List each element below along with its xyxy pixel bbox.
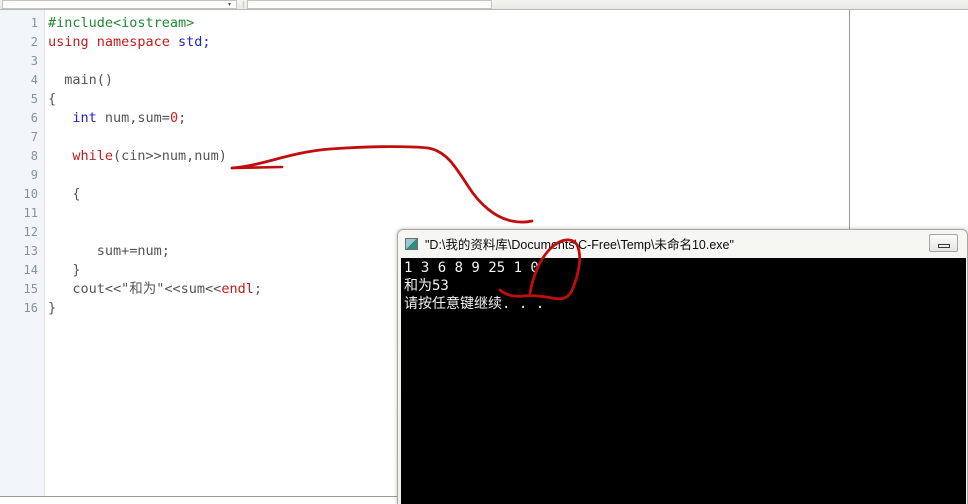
code-line[interactable]: 9	[0, 166, 849, 185]
code-line[interactable]: 1 #include<iostream>	[0, 14, 849, 33]
line-number: 15	[23, 282, 38, 296]
code-line[interactable]: 8 while(cin>>num,num)	[0, 147, 849, 166]
chevron-down-icon[interactable]: ▾	[228, 2, 231, 8]
c-free-app-icon	[405, 237, 418, 250]
code-token: }	[48, 300, 57, 316]
scope-combo[interactable]	[2, 0, 237, 9]
code-text[interactable]: #include<iostream>	[48, 14, 194, 33]
line-number: 6	[30, 111, 38, 125]
code-text[interactable]: {	[48, 90, 56, 109]
console-window[interactable]: "D:\我的资料库\Documents\C-Free\Temp\未命名10.ex…	[397, 229, 968, 504]
code-token: ;	[253, 281, 262, 297]
code-token: num,sum=	[96, 110, 170, 126]
code-token: while	[72, 148, 114, 164]
line-number: 8	[30, 149, 38, 163]
code-line[interactable]: 5{	[0, 90, 849, 109]
code-token: #include<iostream>	[48, 15, 195, 31]
code-line[interactable]: 4 main()	[0, 71, 849, 90]
console-output-area[interactable]: 1 3 6 8 9 25 1 0 和为53 请按任意键继续. . .	[401, 258, 966, 504]
application-window: main ▾ File Item; 1 #include<iostream> 2 us…	[0, 0, 968, 504]
symbol-combo[interactable]	[247, 0, 492, 9]
line-number: 5	[30, 92, 38, 106]
console-output-line: 1 3 6 8 9 25 1 0	[404, 260, 539, 276]
code-line[interactable]: 6 int num,sum=0;	[0, 109, 849, 128]
code-text[interactable]: }	[48, 261, 81, 280]
code-text[interactable]: while(cin>>num,num)	[48, 147, 227, 166]
code-token: (cin>>num,num)	[113, 148, 227, 164]
line-number: 4	[30, 73, 38, 87]
line-number: 7	[30, 130, 38, 144]
code-line[interactable]: 11	[0, 204, 849, 223]
minimize-button[interactable]	[929, 234, 958, 252]
console-output-line: 和为53	[404, 278, 449, 294]
toolbar-separator	[243, 1, 244, 8]
line-number: 3	[30, 54, 38, 68]
code-token: cout<<"和为"<<sum<<	[48, 281, 222, 297]
line-number: 10	[23, 187, 38, 201]
line-number: 2	[30, 35, 38, 49]
line-number: 11	[23, 206, 38, 220]
console-titlebar[interactable]: "D:\我的资料库\Documents\C-Free\Temp\未命名10.ex…	[398, 230, 967, 257]
code-token: {	[48, 186, 81, 202]
line-number: 12	[23, 225, 38, 239]
toolbar: main ▾ File Item;	[0, 0, 968, 10]
code-token: sum+=num;	[48, 243, 170, 259]
code-text[interactable]: {	[48, 185, 81, 204]
code-token: 0	[169, 110, 179, 126]
code-token: int	[72, 110, 97, 126]
code-text[interactable]: }	[48, 299, 56, 318]
code-line[interactable]: 2 using namespace std;	[0, 33, 849, 52]
code-token: }	[48, 262, 81, 278]
code-line[interactable]: 10 {	[0, 185, 849, 204]
code-token: main()	[48, 72, 114, 88]
code-text[interactable]: cout<<"和为"<<sum<<endl;	[48, 280, 262, 299]
line-number: 1	[30, 16, 38, 30]
code-token: std;	[178, 34, 211, 50]
code-line[interactable]: 3	[0, 52, 849, 71]
code-token: endl	[221, 281, 254, 297]
line-number: 16	[23, 301, 38, 315]
line-number: 14	[23, 263, 38, 277]
code-text[interactable]: int num,sum=0;	[48, 109, 186, 128]
code-token: using namespace	[48, 34, 179, 50]
code-line[interactable]: 7	[0, 128, 849, 147]
console-output-line: 请按任意键继续. . .	[404, 296, 545, 312]
code-token: {	[48, 91, 57, 107]
line-number: 13	[23, 244, 38, 258]
code-token: ;	[178, 110, 187, 126]
console-window-title: "D:\我的资料库\Documents\C-Free\Temp\未命名10.ex…	[425, 238, 734, 252]
line-number: 9	[30, 168, 38, 182]
code-text[interactable]: sum+=num;	[48, 242, 170, 261]
code-text[interactable]: main()	[48, 71, 113, 90]
code-text[interactable]: using namespace std;	[48, 33, 211, 52]
